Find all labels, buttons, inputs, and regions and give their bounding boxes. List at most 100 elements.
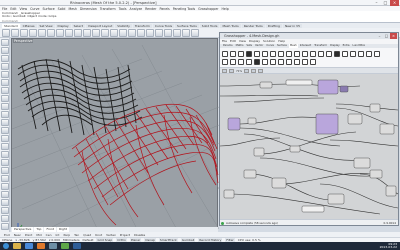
mesh-join-icon[interactable] <box>246 51 252 57</box>
media-player-icon[interactable] <box>37 243 45 249</box>
mesh-plane-icon[interactable] <box>230 51 236 57</box>
osnap-cen[interactable]: Cen <box>46 233 52 237</box>
menu-paneling-tools[interactable]: Paneling Tools <box>173 7 195 11</box>
new-file-icon[interactable] <box>2 29 10 37</box>
extrude-icon[interactable] <box>1 111 9 118</box>
gh-save-icon[interactable] <box>229 68 234 73</box>
gh-maximize-button[interactable]: □ <box>383 33 390 39</box>
select-icon[interactable] <box>1 39 9 46</box>
menu-render[interactable]: Render <box>145 7 156 11</box>
mesh-area-icon[interactable] <box>270 59 276 65</box>
open-file-icon[interactable] <box>11 29 19 37</box>
menu-mesh[interactable]: Mesh <box>68 7 76 11</box>
mesh-split-icon[interactable] <box>262 59 268 65</box>
save-icon[interactable] <box>20 29 28 37</box>
mesh-normals-icon[interactable] <box>270 51 276 57</box>
mesh-icon[interactable] <box>1 135 9 142</box>
osnap-knot[interactable]: Knot <box>95 233 102 237</box>
mesh-delaunay-icon[interactable] <box>334 51 340 57</box>
polyline-icon[interactable] <box>1 55 9 62</box>
move-icon[interactable] <box>1 183 9 190</box>
viewport-label[interactable]: Perspective <box>13 39 34 43</box>
mirror-icon[interactable] <box>1 215 9 222</box>
command-input[interactable] <box>2 19 62 23</box>
osnap-vertex[interactable]: Vertex <box>106 233 116 237</box>
osnap-tan[interactable]: Tan <box>74 233 79 237</box>
shade-icon[interactable] <box>146 29 154 37</box>
mesh-analysis-icon[interactable] <box>366 51 372 57</box>
circle-icon[interactable] <box>1 79 9 86</box>
render-icon[interactable] <box>155 29 163 37</box>
split-icon[interactable] <box>1 159 9 166</box>
fillet-icon[interactable] <box>1 143 9 150</box>
mesh-contour-icon[interactable] <box>302 59 308 65</box>
mesh-quadrangulate-icon[interactable] <box>302 51 308 57</box>
osnap-near[interactable]: Near <box>14 233 21 237</box>
menu-transform[interactable]: Transform <box>100 7 116 11</box>
gh-preview-icon[interactable] <box>251 68 257 73</box>
rhino-taskbar-icon[interactable] <box>49 243 57 249</box>
zoom-window-icon[interactable] <box>110 29 118 37</box>
gh-fit-icon[interactable] <box>244 68 250 73</box>
gh-canvas[interactable] <box>220 74 398 220</box>
menu-panels[interactable]: Panels <box>159 7 169 11</box>
paste-icon[interactable] <box>56 29 64 37</box>
explorer-icon[interactable] <box>13 243 21 249</box>
menu-tools[interactable]: Tools <box>119 7 127 11</box>
gh-sketch-icon[interactable] <box>258 68 264 73</box>
undo-icon[interactable] <box>65 29 73 37</box>
mesh-voronoi-icon[interactable] <box>342 51 348 57</box>
properties-icon[interactable] <box>173 29 181 37</box>
arc-icon[interactable] <box>1 71 9 78</box>
redo-icon[interactable] <box>74 29 82 37</box>
box-icon[interactable] <box>1 119 9 126</box>
gh-close-button[interactable]: × <box>390 33 397 39</box>
join-icon[interactable] <box>1 167 9 174</box>
perspective-viewport[interactable]: Perspective <box>11 38 219 239</box>
point-icon[interactable] <box>1 47 9 54</box>
mesh-ray-icon[interactable] <box>286 59 292 65</box>
mesh-curve-icon[interactable] <box>294 59 300 65</box>
sphere-icon[interactable] <box>1 127 9 134</box>
mesh-color-icon[interactable] <box>254 59 260 65</box>
array-icon[interactable] <box>1 223 9 230</box>
mesh-smooth-icon[interactable] <box>310 51 316 57</box>
cut-icon[interactable] <box>38 29 46 37</box>
osnap-project[interactable]: Project <box>120 233 130 237</box>
options-icon[interactable] <box>182 29 190 37</box>
mesh-edges-icon[interactable] <box>262 51 268 57</box>
mesh-offset-icon[interactable] <box>358 51 364 57</box>
mesh-weld-icon[interactable] <box>286 51 292 57</box>
start-button-icon[interactable] <box>3 243 9 249</box>
surface-icon[interactable] <box>1 103 9 110</box>
osnap-int[interactable]: Int <box>56 233 60 237</box>
mesh-construct-icon[interactable] <box>230 59 236 65</box>
menu-surface[interactable]: Surface <box>43 7 55 11</box>
help-icon[interactable] <box>191 29 199 37</box>
mesh-face-icon[interactable] <box>238 59 244 65</box>
menu-view[interactable]: View <box>20 7 28 11</box>
osnap-mid[interactable]: Mid <box>36 233 41 237</box>
mesh-hull-icon[interactable] <box>350 51 356 57</box>
explode-icon[interactable] <box>1 175 9 182</box>
zoom-extents-icon[interactable] <box>119 29 127 37</box>
menu-solid[interactable]: Solid <box>58 7 66 11</box>
osnap-point[interactable]: Point <box>25 233 32 237</box>
browser-icon[interactable] <box>25 243 33 249</box>
menu-dimension[interactable]: Dimension <box>80 7 97 11</box>
mesh-vertex-icon[interactable] <box>246 59 252 65</box>
menu-edit[interactable]: Edit <box>10 7 16 11</box>
osnap-disable[interactable]: Disable <box>134 233 145 237</box>
mesh-brep-icon[interactable] <box>318 51 324 57</box>
menu-help[interactable]: Help <box>221 7 228 11</box>
osnap-quad[interactable]: Quad <box>83 233 91 237</box>
gh-minimize-button[interactable]: – <box>376 33 383 39</box>
mesh-slice-icon[interactable] <box>310 59 316 65</box>
rotate-icon[interactable] <box>1 199 9 206</box>
mesh-closest-icon[interactable] <box>374 51 380 57</box>
four-views-icon[interactable] <box>137 29 145 37</box>
photoshop-icon[interactable] <box>73 243 81 249</box>
mesh-explode-icon[interactable] <box>254 51 260 57</box>
mesh-box-icon[interactable] <box>222 51 228 57</box>
grasshopper-taskbar-icon[interactable] <box>61 243 69 249</box>
